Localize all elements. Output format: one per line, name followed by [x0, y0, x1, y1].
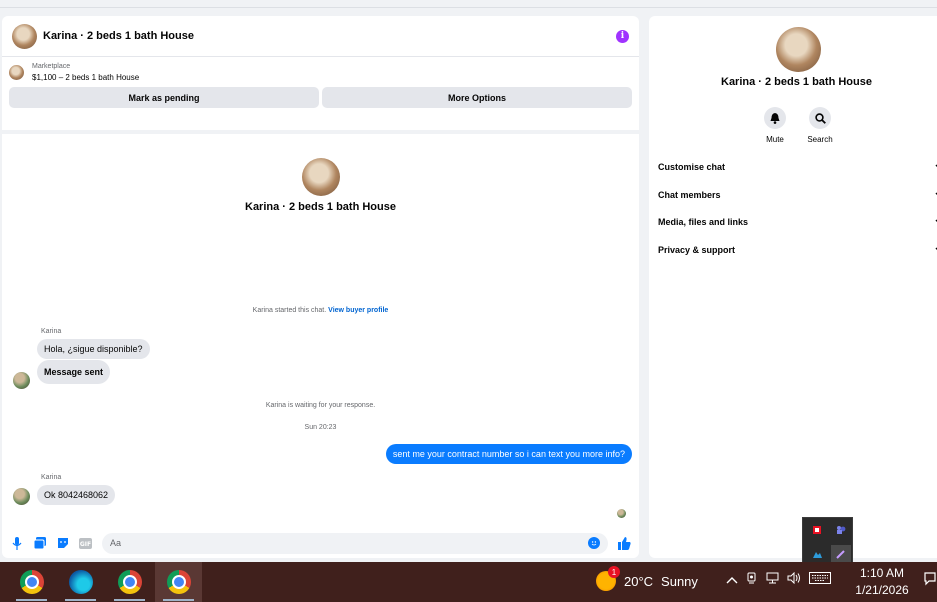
browser-top-strip: [0, 0, 937, 8]
svg-text:GIF: GIF: [80, 541, 91, 548]
running-indicator: [114, 599, 145, 601]
mute-tool[interactable]: Mute: [755, 107, 795, 144]
avatar[interactable]: [12, 23, 37, 49]
weather-widget[interactable]: 1 20°C Sunny: [596, 566, 698, 591]
gif-icon[interactable]: GIF: [79, 537, 92, 550]
listing-actions: Mark as pending More Options: [2, 87, 639, 108]
edge-icon: [68, 570, 93, 594]
chrome-icon: [117, 570, 142, 594]
antivirus-icon[interactable]: [807, 521, 827, 539]
waiting-notice: Karina is waiting for your response.: [265, 402, 376, 409]
weather-badge: 1: [608, 566, 620, 578]
message-composer: GIF Aa: [2, 528, 639, 558]
weather-temp: 20°C: [624, 573, 654, 589]
sender-avatar[interactable]: [13, 372, 30, 389]
photo-icon[interactable]: [33, 537, 46, 550]
seen-indicator-avatar: [617, 509, 626, 518]
search-tool[interactable]: Search: [800, 107, 840, 144]
message-timestamp: Sun 20:23: [304, 424, 337, 431]
running-indicator: [65, 599, 96, 601]
chat-panel: Karina · 2 beds 1 bath House i Marketpla…: [2, 16, 639, 558]
message-input-placeholder: Aa: [110, 538, 122, 548]
profile-avatar[interactable]: [301, 158, 340, 196]
started-text: Karina started this chat.: [252, 307, 327, 314]
chat-header: Karina · 2 beds 1 bath House i: [2, 16, 639, 57]
meet-icon[interactable]: [746, 572, 758, 587]
network-icon[interactable]: [766, 572, 779, 587]
section-customise-chat[interactable]: Customise chat: [658, 162, 937, 172]
sticker-icon[interactable]: [56, 537, 69, 550]
listing-price-title: $1,100 – 2 beds 1 bath House: [32, 73, 140, 82]
chat-profile-header: Karina · 2 beds 1 bath House: [2, 158, 639, 213]
search-icon[interactable]: [809, 107, 831, 129]
section-chat-members[interactable]: Chat members: [658, 190, 937, 200]
chevron-up-icon[interactable]: [726, 573, 738, 587]
chrome-icon: [19, 570, 44, 594]
microphone-icon[interactable]: [10, 536, 23, 550]
taskbar-chrome-app[interactable]: [106, 562, 153, 602]
side-avatar[interactable]: [776, 27, 821, 72]
section-media-files-links[interactable]: Media, files and links: [658, 217, 937, 227]
listing-summary[interactable]: Marketplace $1,100 – 2 beds 1 bath House: [2, 57, 639, 87]
message-bubble[interactable]: Ok 8042468062: [37, 485, 116, 505]
keyboard-icon[interactable]: [809, 572, 831, 587]
message-bubble[interactable]: Message sent: [37, 360, 111, 384]
section-label: Media, files and links: [658, 217, 749, 227]
sun-icon: 1: [596, 566, 620, 591]
view-buyer-profile-link[interactable]: View buyer profile: [328, 307, 388, 314]
taskbar-clock[interactable]: 1:10 AM 1/21/2026: [850, 565, 914, 599]
emoji-icon[interactable]: [588, 537, 600, 549]
clock-time: 1:10 AM: [859, 566, 905, 580]
weather-condition: Sunny: [661, 573, 698, 589]
listing-kind: Marketplace: [32, 63, 71, 70]
section-label: Chat members: [658, 190, 721, 200]
message-bubble[interactable]: Hola, ¿sigue disponible?: [37, 339, 150, 359]
section-label: Privacy & support: [658, 245, 736, 255]
sender-avatar[interactable]: [13, 488, 30, 505]
mark-pending-button[interactable]: Mark as pending: [9, 87, 319, 108]
mute-label: Mute: [766, 135, 784, 144]
chat-title[interactable]: Karina · 2 beds 1 bath House: [43, 30, 616, 42]
cloud-sync-icon[interactable]: [807, 545, 827, 563]
running-indicator: [16, 599, 47, 601]
outgoing-message-bubble[interactable]: sent me your contract number so i can te…: [385, 444, 632, 464]
chat-started-notice: Karina started this chat. View buyer pro…: [2, 307, 639, 314]
search-label: Search: [807, 135, 833, 144]
bell-icon[interactable]: [764, 107, 786, 129]
running-indicator: [163, 599, 194, 601]
clock-date: 1/21/2026: [855, 583, 909, 597]
chrome-icon: [166, 570, 191, 594]
side-profile-name: Karina · 2 beds 1 bath House: [721, 76, 872, 88]
teams-icon[interactable]: [831, 521, 851, 539]
pen-icon[interactable]: [831, 545, 851, 563]
tray-overflow-popup: [802, 517, 853, 564]
info-icon[interactable]: i: [616, 29, 629, 43]
section-privacy-support[interactable]: Privacy & support: [658, 245, 937, 255]
message-input[interactable]: Aa: [102, 532, 608, 554]
message-sender: Karina: [41, 474, 62, 481]
notification-icon[interactable]: [924, 572, 936, 589]
section-label: Customise chat: [658, 162, 726, 172]
profile-name: Karina · 2 beds 1 bath House: [245, 201, 396, 213]
message-sender: Karina: [41, 328, 62, 335]
chat-info-panel: Karina · 2 beds 1 bath House Mute Search…: [649, 16, 937, 558]
more-options-button[interactable]: More Options: [322, 87, 632, 108]
taskbar-chrome-app-active[interactable]: [155, 562, 202, 602]
taskbar-chrome-app[interactable]: [8, 562, 55, 602]
volume-icon[interactable]: [787, 571, 801, 587]
system-tray: [726, 571, 831, 587]
thumbs-up-icon[interactable]: [618, 536, 631, 550]
listing-thumbnail: [9, 64, 24, 80]
divider: [2, 130, 639, 134]
taskbar-edge-app[interactable]: [57, 562, 104, 602]
